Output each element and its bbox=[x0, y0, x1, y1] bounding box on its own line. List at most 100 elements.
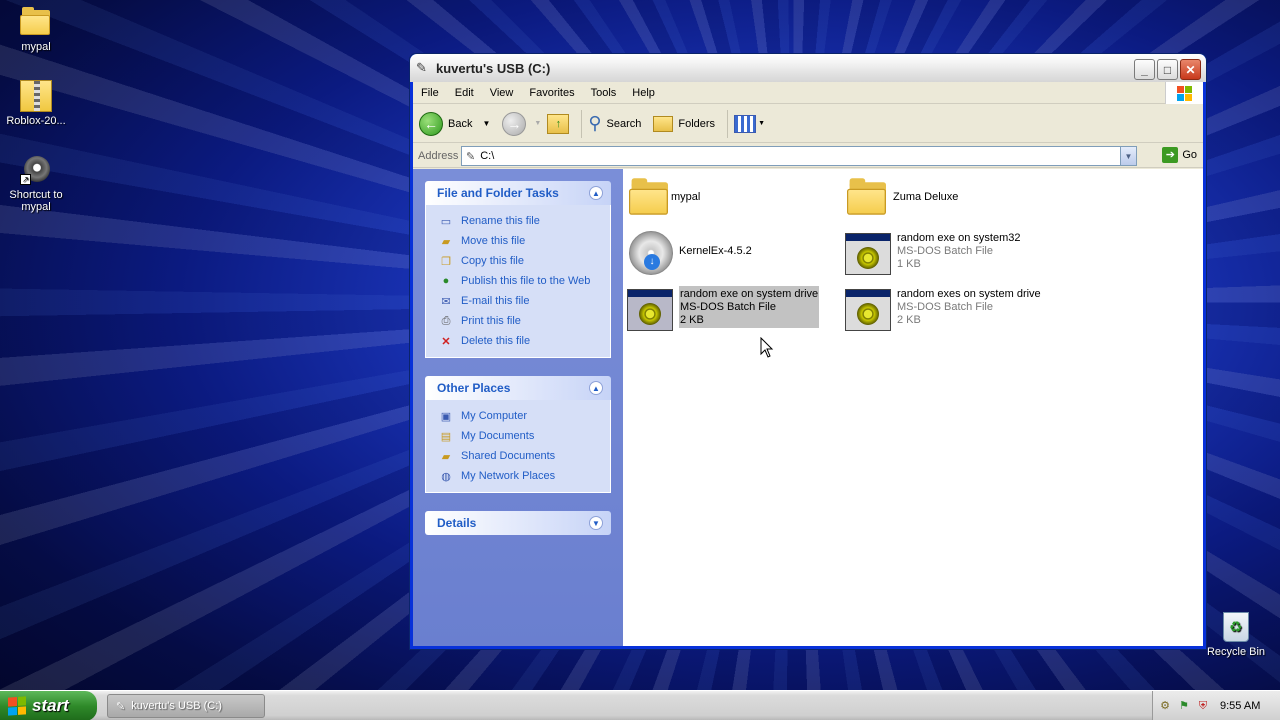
expand-icon[interactable]: ▼ bbox=[589, 516, 603, 530]
title-bar[interactable]: ✎ kuvertu's USB (C:) _ □ ✕ bbox=[410, 54, 1206, 82]
task-copy[interactable]: ❐ Copy this file bbox=[438, 251, 610, 271]
shared-folder-icon: ▰ bbox=[441, 450, 451, 463]
file-text: random exe on system drive MS-DOS Batch … bbox=[679, 286, 820, 328]
task-label: Move this file bbox=[461, 235, 526, 247]
file-size: 2 KB bbox=[897, 314, 921, 326]
up-folder-button[interactable]: ↑ bbox=[547, 113, 570, 134]
file-folder-tasks-panel: File and Folder Tasks ▲ ▭ Rename this fil… bbox=[425, 181, 611, 358]
zip-folder-icon bbox=[20, 80, 52, 112]
place-my-network-places[interactable]: ◍ My Network Places bbox=[438, 466, 610, 486]
safely-remove-hardware-icon[interactable]: ⚙ bbox=[1158, 699, 1172, 713]
file-item[interactable]: random exes on system drive MS-DOS Batch… bbox=[845, 286, 1041, 334]
file-name: Zuma Deluxe bbox=[893, 191, 959, 203]
place-my-documents[interactable]: ▤ My Documents bbox=[438, 426, 610, 446]
start-label: start bbox=[32, 696, 69, 715]
forward-button[interactable]: → ▼ bbox=[502, 111, 541, 136]
task-label: Print this file bbox=[461, 315, 521, 327]
back-button[interactable]: ← Back ▼ bbox=[419, 111, 490, 136]
desktop-icon-label: mypal bbox=[21, 41, 51, 53]
file-item[interactable]: Zuma Deluxe bbox=[847, 177, 959, 215]
email-icon: ✉ bbox=[441, 295, 451, 308]
details-panel: Details ▼ bbox=[425, 511, 611, 535]
file-name: random exe on system32 bbox=[897, 232, 1021, 244]
task-delete[interactable]: ✕ Delete this file bbox=[438, 331, 610, 351]
views-button[interactable]: ▼ bbox=[734, 114, 765, 133]
file-list: mypal Zuma Deluxe ↓ KernelEx-4.5.2 rando… bbox=[623, 169, 1203, 646]
clock[interactable]: 9:55 AM bbox=[1220, 700, 1260, 712]
panel-title: Other Places bbox=[437, 381, 511, 395]
menu-favorites[interactable]: Favorites bbox=[521, 87, 582, 99]
minimize-button[interactable]: _ bbox=[1134, 59, 1155, 80]
address-dropdown-button[interactable]: ▼ bbox=[1120, 147, 1136, 165]
file-item[interactable]: mypal bbox=[629, 177, 700, 215]
place-shared-documents[interactable]: ▰ Shared Documents bbox=[438, 446, 610, 466]
file-text: random exes on system drive MS-DOS Batch… bbox=[897, 286, 1041, 327]
task-publish[interactable]: ● Publish this file to the Web bbox=[438, 271, 610, 291]
taskbar-window-button[interactable]: ✎ kuvertu's USB (C:) bbox=[107, 694, 265, 718]
go-button[interactable]: ➔ Go bbox=[1162, 147, 1197, 163]
mouse-cursor-icon bbox=[760, 337, 774, 358]
address-bar: Address ✎ C:\ ▼ ➔ Go bbox=[413, 144, 1203, 168]
place-label: My Network Places bbox=[461, 470, 556, 482]
task-move[interactable]: ▰ Move this file bbox=[438, 231, 610, 251]
menu-tools[interactable]: Tools bbox=[583, 87, 625, 99]
installer-disc-icon: ↓ bbox=[629, 231, 675, 279]
file-item-selected[interactable]: random exe on system drive MS-DOS Batch … bbox=[627, 286, 820, 334]
collapse-icon[interactable]: ▲ bbox=[589, 381, 603, 395]
panel-body: ▭ Rename this file ▰ Move this file ❐ Copy … bbox=[425, 205, 611, 358]
desktop-icon-shortcut-mypal[interactable]: ↗ Shortcut to mypal bbox=[0, 154, 74, 213]
batch-file-icon bbox=[845, 286, 893, 334]
network-icon: ◍ bbox=[441, 470, 451, 483]
folders-icon bbox=[653, 115, 674, 132]
other-places-header[interactable]: Other Places ▲ bbox=[425, 376, 611, 400]
task-print[interactable]: ⎙ Print this file bbox=[438, 311, 610, 331]
place-label: Shared Documents bbox=[461, 450, 556, 462]
address-input[interactable]: ✎ C:\ ▼ bbox=[461, 146, 1137, 166]
details-header[interactable]: Details ▼ bbox=[425, 511, 611, 535]
task-label: Publish this file to the Web bbox=[461, 275, 591, 287]
other-places-panel: Other Places ▲ ▣ My Computer ▤ My Document… bbox=[425, 376, 611, 493]
folders-button[interactable]: Folders bbox=[653, 115, 716, 132]
network-status-icon[interactable]: ⚑ bbox=[1177, 699, 1191, 713]
views-icon bbox=[734, 114, 757, 133]
file-item[interactable]: random exe on system32 MS-DOS Batch File… bbox=[845, 230, 1021, 278]
raccoon-shortcut-icon: ↗ bbox=[20, 154, 52, 186]
close-button[interactable]: ✕ bbox=[1180, 59, 1201, 80]
address-value: C:\ bbox=[480, 150, 495, 162]
desktop-icon-recycle-bin[interactable]: Recycle Bin bbox=[1204, 612, 1268, 658]
folders-label: Folders bbox=[678, 117, 716, 130]
menu-bar: File Edit View Favorites Tools Help bbox=[413, 82, 1203, 104]
taskbar-window-label: kuvertu's USB (C:) bbox=[131, 700, 222, 712]
file-item[interactable]: ↓ KernelEx-4.5.2 bbox=[629, 231, 752, 279]
file-text: random exe on system32 MS-DOS Batch File… bbox=[897, 230, 1021, 271]
start-button[interactable]: start bbox=[0, 691, 97, 720]
task-email[interactable]: ✉ E-mail this file bbox=[438, 291, 610, 311]
collapse-icon[interactable]: ▲ bbox=[589, 186, 603, 200]
file-folder-tasks-header[interactable]: File and Folder Tasks ▲ bbox=[425, 181, 611, 205]
move-icon: ▰ bbox=[441, 235, 451, 248]
task-label: Copy this file bbox=[461, 255, 524, 267]
panel-title: Details bbox=[437, 516, 477, 530]
taskbar: start ✎ kuvertu's USB (C:) ⚙ ⚑ ⛨ 9:55 AM bbox=[0, 690, 1280, 720]
search-button[interactable]: ⚲ Search bbox=[588, 113, 641, 134]
desktop-icon-roblox[interactable]: Roblox-20... bbox=[0, 80, 74, 127]
batch-file-icon bbox=[627, 286, 675, 334]
desktop-icon-mypal[interactable]: mypal bbox=[0, 6, 74, 53]
menu-file[interactable]: File bbox=[413, 87, 447, 99]
task-rename[interactable]: ▭ Rename this file bbox=[438, 211, 610, 231]
usb-drive-icon: ✎ bbox=[416, 60, 427, 75]
file-name: mypal bbox=[671, 191, 701, 203]
menu-edit[interactable]: Edit bbox=[447, 87, 482, 99]
place-my-computer[interactable]: ▣ My Computer bbox=[438, 406, 610, 426]
menu-view[interactable]: View bbox=[482, 87, 522, 99]
security-shield-icon[interactable]: ⛨ bbox=[1196, 699, 1210, 713]
views-dropdown-icon: ▼ bbox=[758, 120, 765, 127]
delete-icon: ✕ bbox=[441, 335, 451, 348]
maximize-button[interactable]: □ bbox=[1157, 59, 1178, 80]
file-type: MS-DOS Batch File bbox=[680, 301, 776, 313]
file-text: mypal bbox=[671, 177, 700, 204]
menu-help[interactable]: Help bbox=[624, 87, 663, 99]
computer-icon: ▣ bbox=[440, 410, 452, 423]
back-dropdown-icon[interactable]: ▼ bbox=[482, 119, 490, 128]
back-arrow-icon: ← bbox=[419, 111, 443, 136]
